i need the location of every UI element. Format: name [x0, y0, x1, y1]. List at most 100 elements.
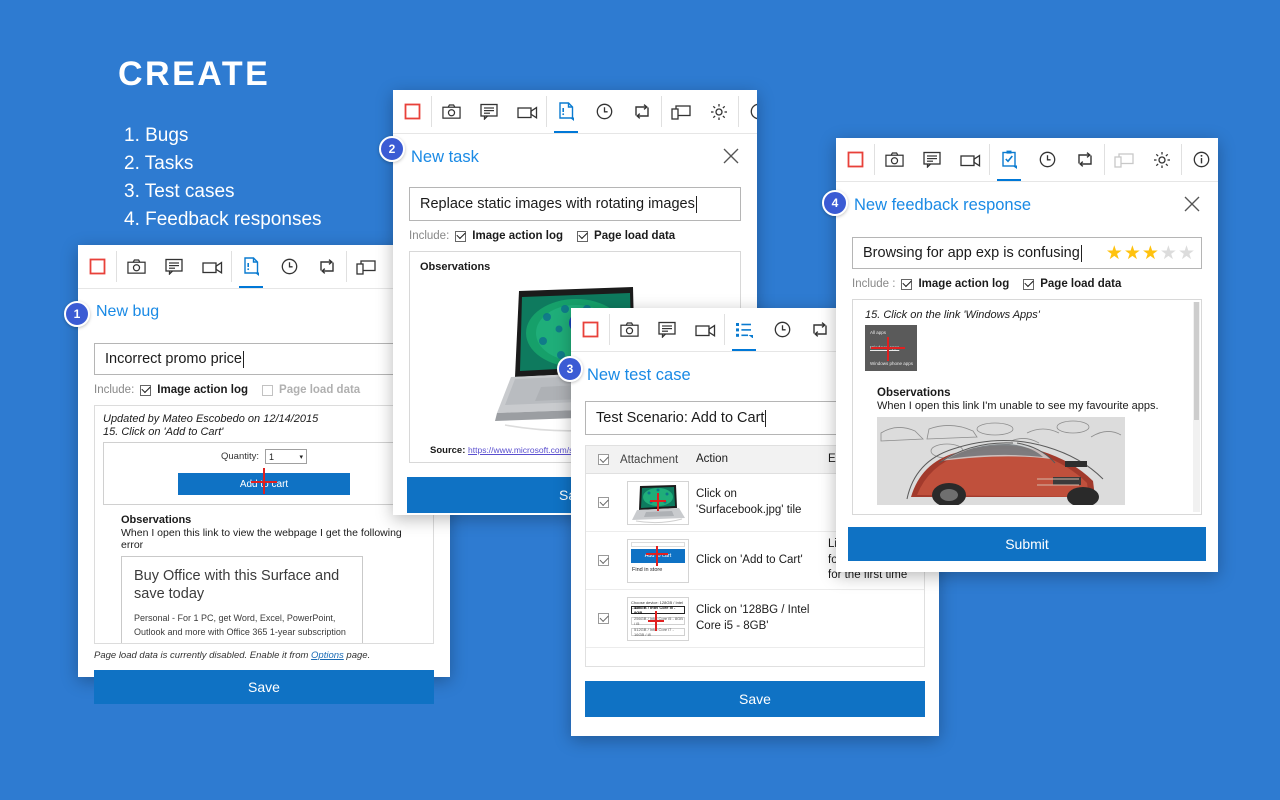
camera-icon[interactable]	[432, 90, 470, 133]
checkbox-page-load-data[interactable]	[577, 230, 589, 242]
label-image-action-log: Image action log	[157, 384, 249, 396]
devices-icon[interactable]	[347, 245, 385, 288]
table-row[interactable]: Choose device: 128GB / Intel Core 128GB …	[586, 590, 924, 648]
bug-title-input[interactable]: Incorrect promo price 7	[94, 343, 481, 375]
star-icon-5[interactable]: ★	[1178, 244, 1195, 263]
ad-screenshot: Buy Office with this Surface and save to…	[121, 556, 363, 643]
new-item-icon[interactable]	[547, 90, 585, 133]
label-page-load-data: Page load data	[594, 230, 676, 242]
feedback-title-input[interactable]: Browsing for app exp is confusing ★ ★ ★ …	[852, 237, 1202, 269]
row-checkbox[interactable]	[586, 555, 620, 566]
star-icon-2[interactable]: ★	[1124, 244, 1141, 263]
toolbar[interactable]	[393, 90, 757, 134]
step-badge-2: 2	[379, 136, 405, 162]
row-attachment[interactable]: Choose device: 128GB / Intel Core 128GB …	[620, 596, 696, 641]
checkbox-page-load-data[interactable]	[262, 384, 274, 396]
checkbox-image-action-log[interactable]	[455, 230, 467, 242]
include-label: Include:	[94, 384, 135, 396]
chevron-down-icon: ▾	[299, 453, 304, 461]
capture-region-icon[interactable]	[836, 138, 874, 181]
comment-icon[interactable]	[913, 138, 951, 181]
camera-icon[interactable]	[610, 308, 648, 351]
rating-stars[interactable]: ★ ★ ★ ★ ★	[1106, 244, 1195, 263]
step-badge-3: 3	[557, 356, 583, 382]
gear-icon[interactable]	[700, 90, 738, 133]
bug-observations-panel: Updated by Mateo Escobedo on 12/14/2015 …	[94, 405, 434, 644]
text-caret	[695, 195, 697, 213]
clock-icon[interactable]	[585, 90, 623, 133]
clipboard-check-icon[interactable]	[990, 138, 1028, 181]
clock-icon[interactable]	[270, 245, 308, 288]
include-row: Include: Image action log Page load data	[409, 230, 741, 242]
thumb-primary-label: Add to cart	[631, 548, 685, 563]
step-badge-4: 4	[822, 190, 848, 216]
select-all-checkbox[interactable]	[586, 454, 620, 465]
include-row: Include: Image action log Page load data	[94, 384, 434, 396]
video-icon[interactable]	[686, 308, 724, 351]
capture-region-icon[interactable]	[393, 90, 431, 133]
checklist-icon[interactable]	[725, 308, 763, 351]
updated-by-line: Updated by Mateo Escobedo on 12/14/2015	[103, 413, 319, 425]
new-item-icon[interactable]	[232, 245, 270, 288]
comment-icon[interactable]	[155, 245, 193, 288]
comment-icon[interactable]	[470, 90, 508, 133]
row-action: Click on 'Surfacebook.jpg' tile	[696, 487, 802, 516]
star-icon-3[interactable]: ★	[1142, 244, 1159, 263]
video-icon[interactable]	[193, 245, 231, 288]
repeat-icon[interactable]	[308, 245, 346, 288]
star-icon-4[interactable]: ★	[1160, 244, 1177, 263]
save-button[interactable]: Save	[585, 681, 925, 717]
row-attachment[interactable]: Add to cart Find in store	[620, 538, 696, 583]
add-to-cart-button[interactable]: Add to cart	[178, 473, 350, 495]
repeat-icon[interactable]	[1066, 138, 1104, 181]
info-icon[interactable]	[739, 90, 757, 133]
list-item: 4. Feedback responses	[124, 209, 322, 231]
checkbox-page-load-data[interactable]	[1023, 278, 1035, 290]
row-checkbox[interactable]	[586, 613, 620, 624]
checkbox-image-action-log[interactable]	[901, 278, 913, 290]
quantity-row: Quantity: 1 ▾	[112, 449, 416, 464]
observations-heading: Observations	[877, 387, 951, 399]
info-icon[interactable]	[1182, 138, 1218, 181]
close-icon[interactable]	[721, 146, 743, 168]
quantity-value: 1	[269, 451, 275, 462]
camera-icon[interactable]	[875, 138, 913, 181]
clock-icon[interactable]	[763, 308, 801, 351]
checkbox-image-action-log[interactable]	[140, 384, 152, 396]
row-attachment[interactable]	[620, 480, 696, 525]
video-icon[interactable]	[951, 138, 989, 181]
test-scenario-value: Test Scenario: Add to Cart	[596, 410, 765, 426]
quantity-capture: Quantity: 1 ▾ Add to cart	[103, 442, 425, 505]
text-caret	[243, 350, 244, 368]
thumb-option-1: 128GB / Intel Core i5 - 8GB	[631, 605, 685, 615]
window-new-feedback-response[interactable]: 4 New feedback response Browsing for app…	[822, 138, 1218, 572]
capture-region-icon[interactable]	[571, 308, 609, 351]
repeat-icon[interactable]	[801, 308, 839, 351]
quantity-label: Quantity:	[220, 451, 260, 462]
devices-icon[interactable]	[662, 90, 700, 133]
clock-icon[interactable]	[1028, 138, 1066, 181]
save-button[interactable]: Save	[94, 670, 434, 704]
close-icon[interactable]	[1182, 194, 1204, 216]
quantity-stepper[interactable]: 1 ▾	[265, 449, 308, 464]
toolbar[interactable]	[836, 138, 1218, 182]
panel-scrollbar[interactable]	[1193, 302, 1200, 512]
thumb-secondary-label: Find in store	[632, 566, 663, 573]
repeat-icon[interactable]	[623, 90, 661, 133]
camera-icon[interactable]	[117, 245, 155, 288]
car-sketch-image	[877, 417, 1125, 505]
footnote-pre: Page load data is currently disabled. En…	[94, 650, 312, 661]
row-checkbox[interactable]	[586, 497, 620, 508]
comment-icon[interactable]	[648, 308, 686, 351]
video-icon[interactable]	[508, 90, 546, 133]
submit-button[interactable]: Submit	[848, 527, 1206, 561]
capture-region-icon[interactable]	[78, 245, 116, 288]
submit-label: Submit	[1005, 536, 1049, 552]
star-icon-1[interactable]: ★	[1106, 244, 1123, 263]
task-title-input[interactable]: Replace static images with rotating imag…	[409, 187, 741, 221]
tile-item-3: Windows phone apps	[870, 361, 914, 366]
list-item: 1. Bugs	[124, 125, 189, 146]
label-image-action-log: Image action log	[918, 278, 1010, 290]
options-link[interactable]: Options	[311, 650, 344, 661]
gear-icon[interactable]	[1143, 138, 1181, 181]
